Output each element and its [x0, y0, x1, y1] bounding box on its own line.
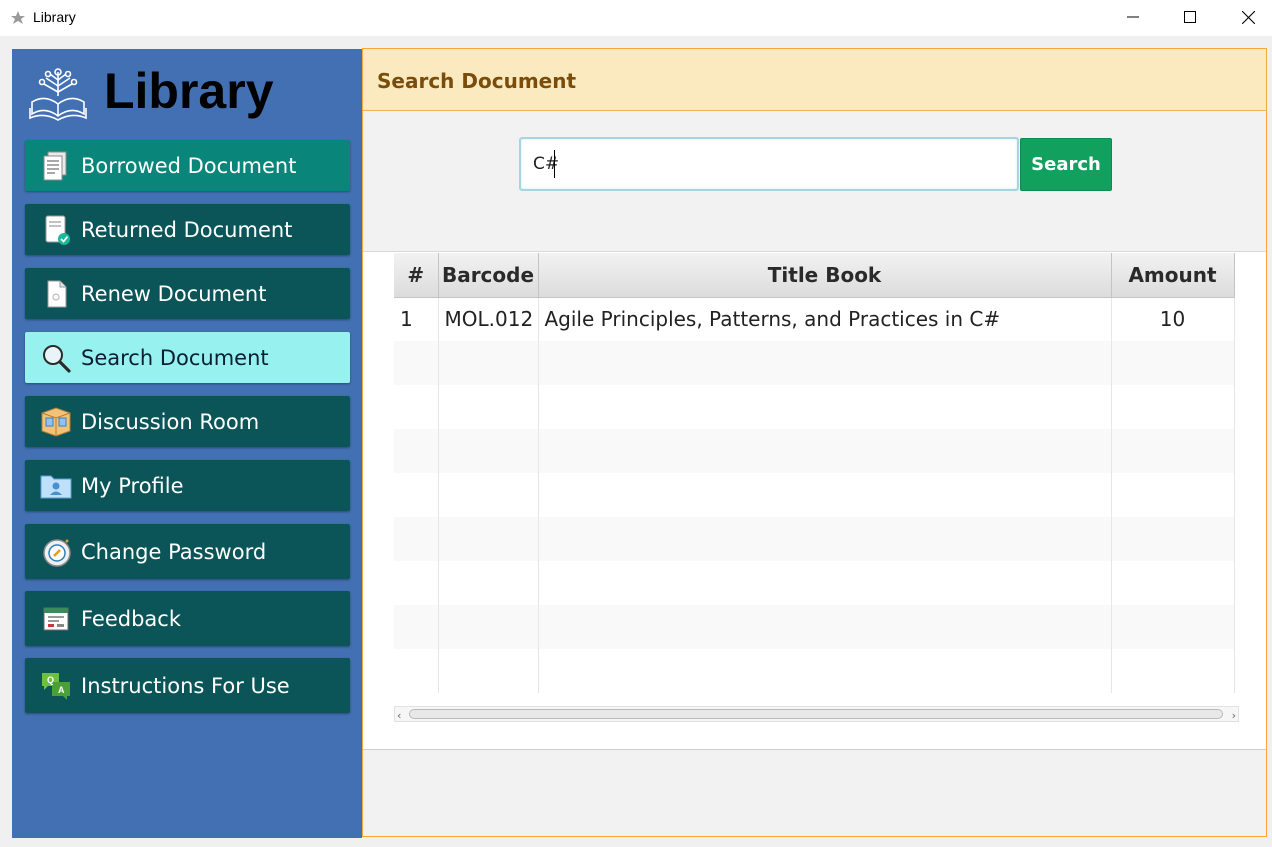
- cell-index: 1: [394, 297, 439, 341]
- cell-barcode: MOL.012: [438, 297, 539, 341]
- empty-row: [394, 429, 1235, 473]
- maximize-icon: [1184, 11, 1196, 23]
- maximize-button[interactable]: [1161, 0, 1219, 34]
- results-panel: # Barcode Title Book Amount 1 MOL.012 Ag…: [363, 251, 1266, 750]
- column-header-amount[interactable]: Amount: [1111, 253, 1235, 298]
- window-title: Library: [33, 9, 76, 25]
- library-app-icon: [11, 11, 25, 24]
- nav-feedback[interactable]: Feedback: [25, 591, 350, 646]
- nav-instructions-for-use[interactable]: Q A Instructions For Use: [25, 658, 350, 713]
- magnifier-icon: [43, 344, 71, 373]
- library-logo-icon: [29, 68, 87, 121]
- cell-amount: 10: [1111, 297, 1235, 341]
- nav-discussion-room[interactable]: Discussion Room: [25, 396, 350, 447]
- empty-row: [394, 605, 1235, 649]
- search-button[interactable]: Search: [1020, 138, 1112, 191]
- feedback-form-icon: [43, 607, 69, 630]
- nav-label: Change Password: [81, 539, 267, 564]
- nav-my-profile[interactable]: My Profile: [25, 460, 350, 511]
- sidebar: Library Borrowed Document Returned Docum…: [12, 49, 362, 838]
- column-header-title[interactable]: Title Book: [538, 253, 1112, 298]
- column-header-index[interactable]: #: [394, 253, 439, 298]
- minimize-button[interactable]: [1104, 0, 1162, 34]
- nav-renew-document[interactable]: Renew Document: [25, 268, 350, 319]
- brand-title: Library: [104, 63, 274, 119]
- profile-folder-icon: [40, 475, 72, 498]
- empty-row: [394, 473, 1235, 517]
- document-icon: [47, 280, 67, 307]
- nav-search-document[interactable]: Search Document: [25, 332, 350, 383]
- qa-chat-icon: Q A: [42, 672, 70, 700]
- empty-row: [394, 561, 1235, 605]
- room-icon: [41, 406, 71, 437]
- scrollbar-thumb[interactable]: [409, 709, 1223, 719]
- nav-label: Renew Document: [81, 281, 267, 306]
- minimize-icon: [1127, 16, 1139, 18]
- table-header-row: # Barcode Title Book Amount: [394, 253, 1235, 298]
- nav-label: Discussion Room: [81, 409, 260, 434]
- horizontal-scrollbar[interactable]: ‹ ›: [394, 706, 1239, 722]
- cell-title: Agile Principles, Patterns, and Practice…: [538, 297, 1112, 341]
- results-table: # Barcode Title Book Amount 1 MOL.012 Ag…: [394, 253, 1237, 703]
- nav-label: Instructions For Use: [81, 673, 290, 698]
- empty-row: [394, 341, 1235, 385]
- empty-row: [394, 385, 1235, 429]
- nav-label: Feedback: [81, 606, 182, 631]
- svg-text:Q: Q: [47, 675, 54, 685]
- scroll-left-icon[interactable]: ‹: [397, 709, 401, 722]
- nav-label: My Profile: [81, 473, 184, 498]
- text-caret: [554, 150, 555, 178]
- close-button[interactable]: [1219, 0, 1272, 34]
- svg-text:A: A: [58, 685, 65, 695]
- column-header-barcode[interactable]: Barcode: [438, 253, 539, 298]
- table-row[interactable]: 1 MOL.012 Agile Principles, Patterns, an…: [394, 297, 1235, 341]
- page-header: Search Document: [363, 49, 1266, 111]
- empty-row: [394, 649, 1235, 693]
- password-icon: [43, 538, 71, 567]
- nav-label: Borrowed Document: [81, 153, 297, 178]
- search-input[interactable]: [519, 137, 1019, 191]
- empty-row: [394, 517, 1235, 561]
- nav-returned-document[interactable]: Returned Document: [25, 204, 350, 255]
- document-check-icon: [45, 215, 70, 245]
- scroll-right-icon[interactable]: ›: [1232, 709, 1236, 722]
- nav-borrowed-document[interactable]: Borrowed Document: [25, 140, 350, 191]
- nav-label: Search Document: [81, 345, 269, 370]
- nav-change-password[interactable]: Change Password: [25, 524, 350, 579]
- page-title: Search Document: [377, 69, 577, 93]
- window-titlebar: Library: [0, 0, 1272, 36]
- nav-label: Returned Document: [81, 217, 293, 242]
- close-icon: [1241, 10, 1255, 24]
- document-pages-icon: [43, 151, 67, 180]
- main-panel: Search Document Search # Barcode Title B…: [362, 48, 1267, 837]
